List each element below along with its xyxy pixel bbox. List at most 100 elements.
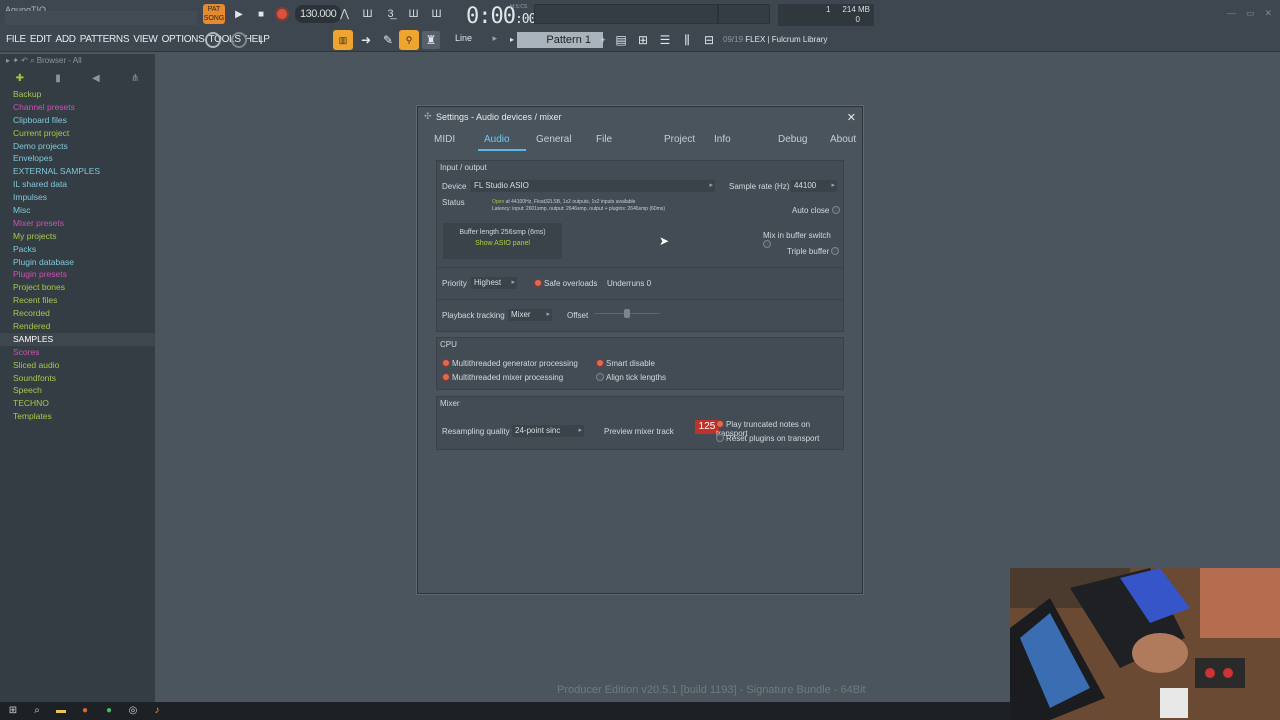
step-edit-icon[interactable]: Ш bbox=[405, 6, 422, 22]
browser-item-impulses[interactable]: Impulses bbox=[13, 191, 155, 204]
browser-item-il-shared-data[interactable]: IL shared data bbox=[13, 178, 155, 191]
browser-icon[interactable]: ⊟ bbox=[700, 31, 718, 49]
countdown-icon[interactable]: 3̲ bbox=[382, 6, 399, 22]
browser-item-speech[interactable]: Speech bbox=[13, 384, 155, 397]
arrow-tool-icon[interactable]: ➜ bbox=[357, 31, 375, 49]
browser-item-external-samples[interactable]: EXTERNAL SAMPLES bbox=[13, 165, 155, 178]
playback-tracking-select[interactable]: Mixer ▸ bbox=[508, 309, 552, 321]
fl-studio-icon[interactable]: ♪ bbox=[150, 705, 164, 717]
browser-item-samples[interactable]: SAMPLES bbox=[0, 332, 155, 346]
safe-overloads-toggle[interactable]: Safe overloads bbox=[534, 279, 597, 288]
tab-general[interactable]: General bbox=[530, 131, 578, 149]
browser-item-my-projects[interactable]: My projects bbox=[13, 230, 155, 243]
speaker-icon[interactable]: ◀ bbox=[92, 73, 100, 84]
browser-item-plugin-database[interactable]: Plugin database bbox=[13, 256, 155, 269]
pitch-slider-icon[interactable]: ǀ bbox=[256, 31, 266, 49]
stop-button[interactable]: ■ bbox=[253, 6, 269, 22]
browser-item-soundfonts[interactable]: Soundfonts bbox=[13, 372, 155, 385]
browser-item-plugin-presets[interactable]: Plugin presets bbox=[13, 268, 155, 281]
auto-close-toggle[interactable]: Auto close bbox=[792, 206, 842, 215]
mixer-icon[interactable]: ☰ bbox=[656, 31, 674, 49]
tab-audio[interactable]: Audio bbox=[478, 131, 526, 151]
menu-options[interactable]: OPTIONS bbox=[162, 34, 205, 45]
device-select[interactable]: FL Studio ASIO ▸ bbox=[471, 180, 715, 192]
pencil-tool-icon[interactable]: ✎ bbox=[379, 31, 397, 49]
stamp-icon[interactable]: ♜ bbox=[422, 31, 440, 49]
blend-notes-icon[interactable]: Ш bbox=[428, 6, 445, 22]
tab-midi[interactable]: MIDI bbox=[428, 131, 461, 149]
offset-slider[interactable] bbox=[594, 306, 660, 320]
browser-item-packs[interactable]: Packs bbox=[13, 243, 155, 256]
piano-roll-icon[interactable]: ▥ bbox=[333, 30, 353, 50]
add-pattern-icon[interactable]: + bbox=[594, 31, 612, 49]
browser-item-channel-presets[interactable]: Channel presets bbox=[13, 101, 155, 114]
file-icon[interactable]: ▮ bbox=[55, 73, 61, 84]
browser-item-techno[interactable]: TECHNO bbox=[13, 397, 155, 410]
browser-item-templates[interactable]: Templates bbox=[13, 410, 155, 423]
pattern-selector[interactable]: Pattern 1 bbox=[517, 32, 603, 48]
multithreaded-mixer-toggle[interactable]: Multithreaded mixer processing bbox=[442, 373, 563, 382]
mixer-faders-icon[interactable]: ⫼ bbox=[678, 31, 696, 49]
multithreaded-generator-toggle[interactable]: Multithreaded generator processing bbox=[442, 359, 578, 368]
menu-file[interactable]: FILE bbox=[6, 34, 26, 45]
search-icon[interactable]: ⌕ bbox=[30, 705, 44, 717]
news-hint[interactable]: 09/19 FLEX | Fulcrum Library bbox=[723, 35, 827, 44]
close-icon[interactable]: ✕ bbox=[1264, 8, 1272, 19]
browser-item-recent-files[interactable]: Recent files bbox=[13, 294, 155, 307]
channel-rack-icon[interactable]: ⊞ bbox=[634, 31, 652, 49]
browser-item-misc[interactable]: Misc bbox=[13, 204, 155, 217]
priority-select[interactable]: Highest ▸ bbox=[471, 277, 517, 289]
move-icon[interactable]: ✣ bbox=[424, 111, 432, 122]
slider-knob[interactable] bbox=[624, 309, 630, 318]
tab-project[interactable]: Project bbox=[658, 131, 701, 149]
menu-view[interactable]: VIEW bbox=[133, 34, 158, 45]
browser-item-clipboard-files[interactable]: Clipboard files bbox=[13, 114, 155, 127]
windows-icon[interactable]: ⊞ bbox=[6, 705, 20, 717]
browser-item-demo-projects[interactable]: Demo projects bbox=[13, 140, 155, 153]
tab-file[interactable]: File bbox=[590, 131, 618, 149]
triple-buffer-toggle[interactable]: Triple buffer bbox=[787, 247, 841, 256]
metronome-icon[interactable]: ⋀ bbox=[336, 6, 353, 22]
browser-item-mixer-presets[interactable]: Mixer presets bbox=[13, 217, 155, 230]
show-asio-panel-link[interactable]: Show ASIO panel bbox=[443, 236, 562, 247]
menu-add[interactable]: ADD bbox=[56, 34, 77, 45]
record-button[interactable] bbox=[275, 7, 289, 21]
tab-about[interactable]: About bbox=[824, 131, 862, 149]
browser-item-recorded[interactable]: Recorded bbox=[13, 307, 155, 320]
browser-item-project-bones[interactable]: Project bones bbox=[13, 281, 155, 294]
wait-for-input-icon[interactable]: Ш bbox=[359, 6, 376, 22]
resampling-select[interactable]: 24-point sinc ▸ bbox=[512, 425, 584, 437]
browser-item-scores[interactable]: Scores bbox=[13, 346, 155, 359]
browser-item-backup[interactable]: Backup bbox=[13, 88, 155, 101]
folder-icon[interactable]: ▬ bbox=[54, 705, 68, 717]
all-icon[interactable]: ✚ bbox=[16, 73, 24, 84]
browser-item-sliced-audio[interactable]: Sliced audio bbox=[13, 359, 155, 372]
close-icon[interactable]: ✕ bbox=[847, 111, 856, 124]
tab-info[interactable]: Info bbox=[708, 131, 737, 149]
link-icon[interactable]: ⚲ bbox=[399, 30, 419, 50]
menu-patterns[interactable]: PATTERNS bbox=[80, 34, 130, 45]
minimize-icon[interactable]: — bbox=[1227, 8, 1236, 19]
plugin-icon[interactable]: ⋔ bbox=[131, 73, 139, 84]
smart-disable-toggle[interactable]: Smart disable bbox=[596, 359, 655, 368]
firefox-icon[interactable]: ● bbox=[78, 705, 92, 717]
playlist-icon[interactable]: ▤ bbox=[612, 31, 630, 49]
play-button[interactable]: ▶ bbox=[231, 6, 247, 22]
maximize-icon[interactable]: ▭ bbox=[1246, 8, 1255, 19]
cpu-memory-monitor[interactable]: 1 214 MB 0 bbox=[778, 4, 874, 26]
master-pitch-knob[interactable] bbox=[231, 32, 247, 48]
menu-edit[interactable]: EDIT bbox=[30, 34, 52, 45]
chrome-icon[interactable]: ◎ bbox=[126, 705, 140, 717]
browser-item-envelopes[interactable]: Envelopes bbox=[13, 152, 155, 165]
browser-item-current-project[interactable]: Current project bbox=[13, 127, 155, 140]
sample-rate-select[interactable]: 44100 ▸ bbox=[791, 180, 837, 192]
browser-item-rendered[interactable]: Rendered bbox=[13, 320, 155, 333]
whatsapp-icon[interactable]: ● bbox=[102, 705, 116, 717]
tempo-display[interactable]: 130.000 bbox=[295, 5, 342, 23]
tab-debug[interactable]: Debug bbox=[772, 131, 813, 149]
pat-song-toggle[interactable]: PAT SONG bbox=[203, 4, 225, 24]
reset-plugins-toggle[interactable]: Reset plugins on transport bbox=[716, 434, 819, 443]
snap-select[interactable]: Line ▸ bbox=[455, 33, 499, 47]
master-volume-knob[interactable] bbox=[205, 32, 221, 48]
align-tick-toggle[interactable]: Align tick lengths bbox=[596, 373, 666, 382]
